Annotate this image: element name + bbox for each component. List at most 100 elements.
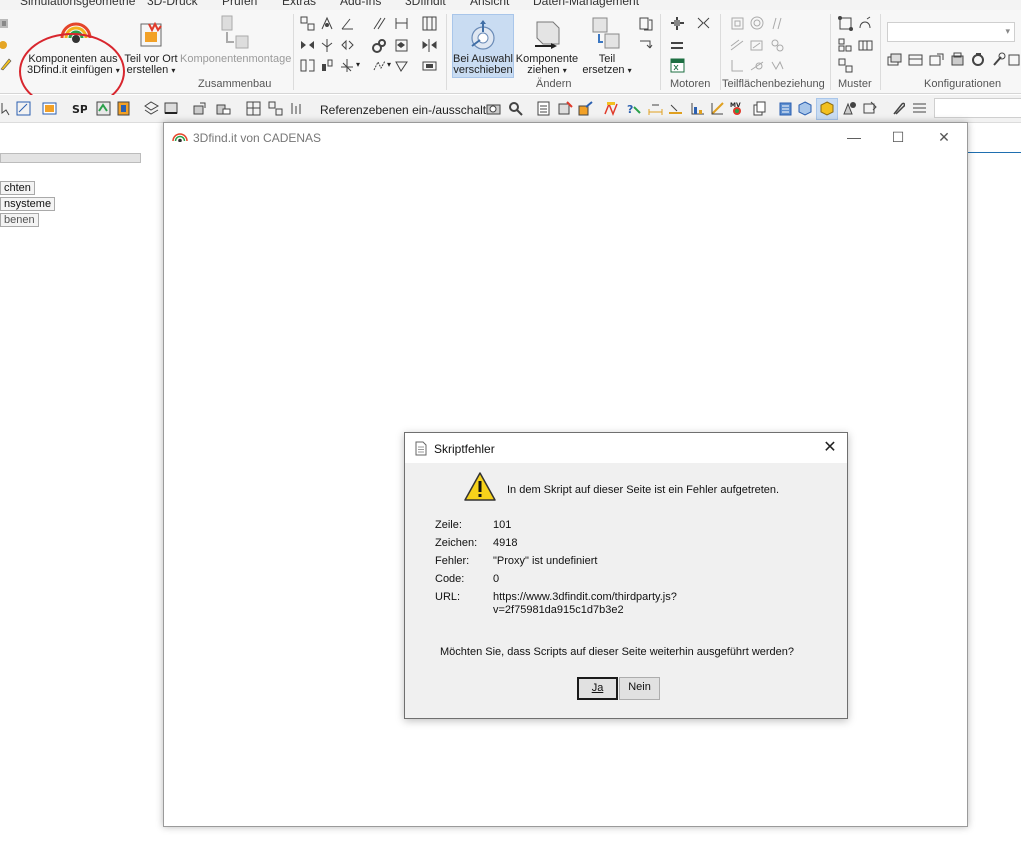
feature-tree-scrollbar[interactable]	[0, 153, 141, 163]
chain-pattern-icon[interactable]	[858, 16, 873, 31]
dropdown-arrow-icon[interactable]: ▾	[387, 60, 391, 69]
view-settings-icon[interactable]	[268, 101, 283, 116]
swap-icon[interactable]	[638, 38, 653, 53]
config-icon[interactable]	[1008, 52, 1021, 67]
copy-with-mates-icon[interactable]	[638, 16, 653, 31]
face-relation-icon[interactable]	[730, 16, 745, 31]
edit-appearance-icon[interactable]	[216, 101, 231, 116]
explode-icon[interactable]	[422, 58, 437, 73]
minimize-button[interactable]: —	[842, 128, 866, 146]
slot-icon[interactable]	[770, 58, 785, 73]
pattern-driven-icon[interactable]	[838, 16, 853, 31]
sheet-icon[interactable]	[116, 101, 131, 116]
tab-add-ins[interactable]: Add-Ins	[340, 0, 381, 8]
measure-icon[interactable]	[558, 101, 573, 116]
chart-icon[interactable]	[690, 101, 705, 116]
coincident-icon[interactable]	[372, 16, 387, 31]
rotate-icon[interactable]	[696, 16, 711, 31]
hide-show-icon[interactable]	[192, 101, 207, 116]
dimension-icon[interactable]	[648, 101, 663, 116]
export-icon[interactable]	[578, 101, 593, 116]
dropdown-arrow-icon[interactable]: ▾	[171, 66, 175, 75]
scene-icon[interactable]	[246, 101, 261, 116]
tree-item-views[interactable]: chten	[0, 181, 35, 195]
align-icon[interactable]	[290, 101, 305, 116]
tab-ansicht[interactable]: Ansicht	[470, 0, 509, 8]
mirror-icon[interactable]	[300, 38, 315, 53]
draw-icon[interactable]	[710, 101, 725, 116]
pencil-icon[interactable]	[0, 56, 15, 71]
rebuild-icon[interactable]	[96, 101, 111, 116]
excel-table-icon[interactable]	[670, 58, 685, 73]
move-icon[interactable]	[670, 16, 685, 31]
lock-icon[interactable]	[394, 38, 409, 53]
copy-icon[interactable]	[752, 101, 767, 116]
tangent-icon[interactable]	[730, 38, 745, 53]
smart-fastener-icon[interactable]	[320, 16, 335, 31]
toggle-reference-planes-button[interactable]: Referenzebenen ein-/ausschalten	[320, 103, 499, 117]
calculator-icon[interactable]	[536, 101, 551, 116]
tab-extras[interactable]: Extras	[282, 0, 316, 8]
dropdown-arrow-icon[interactable]: ▾	[356, 60, 360, 69]
tree-item-planes[interactable]: benen	[0, 213, 39, 227]
view-icon[interactable]	[42, 101, 57, 116]
motor-icon[interactable]	[670, 38, 685, 53]
table-pattern-icon[interactable]	[858, 38, 873, 53]
tab-3d-druck[interactable]: 3D-Druck	[147, 0, 198, 8]
parallel-icon[interactable]	[770, 16, 785, 31]
sketch-pattern-icon[interactable]	[838, 38, 853, 53]
appearance-icon[interactable]	[842, 101, 857, 116]
tab-pruefen[interactable]: Prüfen	[222, 0, 257, 8]
section-view-icon[interactable]	[144, 101, 159, 116]
config-icon[interactable]	[992, 52, 1007, 67]
angle-icon[interactable]	[340, 16, 355, 31]
fixed-icon[interactable]	[340, 58, 355, 73]
toolbar-search-input[interactable]	[934, 98, 1021, 118]
cropped-tool-icon[interactable]	[0, 38, 15, 53]
concentric-icon[interactable]	[750, 16, 765, 31]
dropdown-arrow-icon[interactable]: ▾	[628, 66, 632, 75]
dialog-close-button[interactable]: ✕	[821, 438, 839, 458]
tab-simulationsgeometrie[interactable]: Simulationsgeometrie	[20, 0, 135, 8]
config-icon[interactable]	[971, 52, 986, 67]
tab-3dfindit[interactable]: 3Dfindit	[405, 0, 446, 8]
linear-pattern-icon[interactable]	[300, 58, 315, 73]
sketch-icon[interactable]	[16, 101, 31, 116]
split-icon[interactable]	[422, 38, 437, 53]
transparency-icon[interactable]	[862, 101, 877, 116]
tree-item-coordinate-systems[interactable]: nsysteme	[0, 197, 56, 211]
tab-daten-management[interactable]: Daten-Management	[533, 0, 639, 8]
grid-icon[interactable]	[422, 16, 437, 31]
pattern-icon[interactable]	[340, 38, 355, 53]
width-icon[interactable]	[750, 38, 765, 53]
configuration-combo[interactable]	[887, 22, 1015, 42]
link-icon[interactable]	[770, 38, 785, 53]
dropdown-arrow-icon[interactable]: ▾	[563, 66, 567, 75]
mv-icon[interactable]: MV	[730, 101, 745, 116]
attachment-icon[interactable]	[890, 101, 905, 116]
yes-button[interactable]: Ja	[577, 677, 618, 700]
search-icon[interactable]	[508, 101, 523, 116]
cam-icon[interactable]	[750, 58, 765, 73]
building-icon[interactable]	[778, 101, 793, 116]
ruler-icon[interactable]	[668, 101, 683, 116]
maximize-button[interactable]: ☐	[886, 128, 910, 146]
camera-icon[interactable]	[486, 101, 501, 116]
path-icon[interactable]	[372, 58, 387, 73]
sp-icon[interactable]: SP	[72, 101, 87, 116]
no-button[interactable]: Nein	[619, 677, 660, 700]
cube-icon[interactable]	[798, 101, 813, 116]
circular-pattern-icon[interactable]	[320, 58, 335, 73]
close-button[interactable]: ✕	[932, 128, 956, 146]
help-icon[interactable]: ?	[626, 101, 641, 116]
display-style-icon[interactable]	[164, 101, 179, 116]
config-icon[interactable]	[908, 52, 923, 67]
perpendicular-icon[interactable]	[730, 58, 745, 73]
arrow-icon[interactable]	[0, 101, 15, 116]
cropped-tool-icon[interactable]	[0, 16, 15, 31]
config-icon[interactable]	[929, 52, 944, 67]
list-icon[interactable]	[912, 101, 927, 116]
mate-icon[interactable]	[300, 16, 315, 31]
distance-icon[interactable]	[394, 16, 409, 31]
triangle-icon[interactable]	[394, 58, 409, 73]
